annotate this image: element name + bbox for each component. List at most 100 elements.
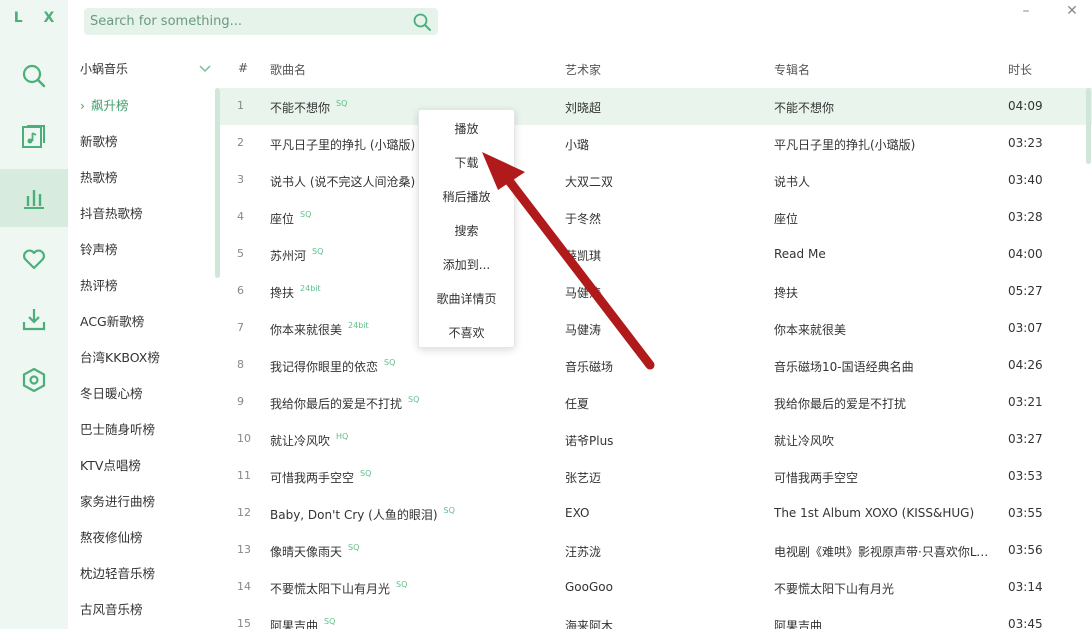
board-item[interactable]: 热歌榜 [68,160,216,196]
nav-search[interactable] [0,47,68,105]
row-song-name: 不要慌太阳下山有月光 SQ [270,580,510,597]
board-item[interactable]: 古风音乐榜 [68,592,216,628]
row-album: 电视剧《难哄》影视原声带·只喜欢你Lo... [774,545,994,559]
song-title: 你本来就很美 [270,323,343,337]
row-artist: 汪苏泷 [565,545,602,559]
search-input[interactable] [84,8,404,35]
table-row[interactable]: 10 就让冷风吹 HQ 诺爷Plus 就让冷风吹 03:27 [220,421,1092,458]
board-item[interactable]: 飙升榜 [68,88,216,124]
row-artist: 音乐磁场 [565,360,614,374]
row-album: 我给你最后的爱是不打扰 [774,397,907,411]
board-item[interactable]: 巴士随身听榜 [68,412,216,448]
nav-download[interactable] [0,290,68,348]
app-logo: L X [13,10,63,26]
row-song-name: 我记得你眼里的依恋 SQ [270,358,510,375]
row-song-name: 阿果吉曲 SQ [270,617,510,629]
song-title: 搀扶 [270,286,295,300]
table-row[interactable]: 5 苏州河 SQ 薛凯琪 Read Me 04:00 [220,236,1092,273]
table-row[interactable]: 8 我记得你眼里的依恋 SQ 音乐磁场 音乐磁场10-国语经典名曲 04:26 [220,347,1092,384]
context-menu-item[interactable]: 不喜欢 [419,316,514,350]
context-menu-item[interactable]: 搜索 [419,214,514,248]
col-song-name: 歌曲名 [270,63,307,77]
heart-icon [23,249,45,270]
row-album: 座位 [774,212,799,226]
nav-favorites[interactable] [0,230,68,288]
board-item[interactable]: 抖音热歌榜 [68,196,216,232]
row-duration: 05:27 [1008,284,1043,298]
settings-icon [22,367,46,393]
search-icon [22,64,46,88]
row-artist: 于冬然 [565,212,602,226]
quality-badge: SQ [408,395,420,404]
col-duration: 时长 [1008,63,1033,77]
board-item[interactable]: 台湾KKBOX榜 [68,340,216,376]
context-menu: 播放 下载 稍后播放 搜索 添加到... 歌曲详情页 不喜欢 [418,109,515,348]
table-row[interactable]: 7 你本来就很美 24bit 马健涛 你本来就很美 03:07 [220,310,1092,347]
table-row[interactable]: 11 可惜我两手空空 SQ 张艺迈 可惜我两手空空 03:53 [220,458,1092,495]
board-item[interactable]: 铃声榜 [68,232,216,268]
row-duration: 04:09 [1008,99,1043,113]
nav-settings[interactable] [0,351,68,409]
context-menu-item[interactable]: 歌曲详情页 [419,282,514,316]
row-album: Read Me [774,247,826,261]
minimize-button[interactable]: – [1016,2,1036,20]
table-row[interactable]: 9 我给你最后的爱是不打扰 SQ 任夏 我给你最后的爱是不打扰 03:21 [220,384,1092,421]
board-item[interactable]: KTV点唱榜 [68,448,216,484]
row-number: 11 [237,469,251,482]
song-table-scrollbar[interactable] [1086,88,1091,164]
board-item[interactable]: 冬日暖心榜 [68,376,216,412]
song-title: 平凡日子里的挣扎 (小璐版) [270,138,416,152]
board-item[interactable]: 家务进行曲榜 [68,484,216,520]
col-number: # [238,61,249,75]
quality-badge: SQ [324,617,336,626]
context-menu-item[interactable]: 稍后播放 [419,180,514,214]
row-artist: 刘晓超 [565,101,602,115]
table-row[interactable]: 1 不能不想你 SQ 刘晓超 不能不想你 04:09 [220,88,1092,125]
search-icon[interactable] [412,12,432,32]
table-row[interactable]: 3 说书人 (说不完这人间沧桑) 大双二双 说书人 03:40 [220,162,1092,199]
table-row[interactable]: 6 搀扶 24bit 马健涛 搀扶 05:27 [220,273,1092,310]
table-row[interactable]: 12 Baby, Don't Cry (人鱼的眼泪) SQ EXO The 1st Al… [220,495,1092,532]
row-number: 14 [237,580,251,593]
quality-badge: SQ [312,247,324,256]
board-item[interactable]: 新歌榜 [68,124,216,160]
song-table-header: # 歌曲名 艺术家 专辑名 时长 [220,52,1092,86]
row-album: 可惜我两手空空 [774,471,859,485]
row-song-name: 可惜我两手空空 SQ [270,469,510,486]
table-row[interactable]: 4 座位 SQ 于冬然 座位 03:28 [220,199,1092,236]
row-album: The 1st Album XOXO (KISS&HUG) [774,506,975,520]
row-duration: 04:26 [1008,358,1043,372]
context-menu-item[interactable]: 下载 [419,146,514,180]
board-item[interactable]: ACG新歌榜 [68,304,216,340]
table-row[interactable]: 2 平凡日子里的挣扎 (小璐版) 小璐 平凡日子里的挣扎(小璐版) 03:23 [220,125,1092,162]
context-menu-item[interactable]: 播放 [419,112,514,146]
table-row[interactable]: 15 阿果吉曲 SQ 海来阿木 阿果吉曲 03:45 [220,606,1092,629]
board-item[interactable]: 枕边轻音乐榜 [68,556,216,592]
board-item[interactable]: 熬夜修仙榜 [68,520,216,556]
context-menu-item[interactable]: 添加到... [419,248,514,282]
table-row[interactable]: 13 像晴天像雨天 SQ 汪苏泷 电视剧《难哄》影视原声带·只喜欢你Lo... 03:56 [220,532,1092,569]
row-duration: 03:40 [1008,173,1043,187]
quality-badge: SQ [336,99,348,108]
row-song-name: 像晴天像雨天 SQ [270,543,510,560]
table-row[interactable]: 14 不要慌太阳下山有月光 SQ GooGoo 不要慌太阳下山有月光 03:14 [220,569,1092,606]
row-album: 不能不想你 [774,101,835,115]
source-select[interactable]: 小蜗音乐 [68,52,220,84]
row-duration: 03:27 [1008,432,1043,446]
quality-badge: SQ [396,580,408,589]
quality-badge: 24bit [348,321,369,330]
nav-leaderboard[interactable] [0,169,68,227]
row-number: 3 [237,173,244,186]
row-album: 搀扶 [774,286,799,300]
song-title: 座位 [270,212,295,226]
row-duration: 04:00 [1008,247,1043,261]
row-artist: 张艺迈 [565,471,602,485]
close-button[interactable]: ✕ [1062,2,1082,20]
board-item[interactable]: 热评榜 [68,268,216,304]
row-album: 说书人 [774,175,811,189]
row-number: 9 [237,395,244,408]
row-artist: 小璐 [565,138,590,152]
row-number: 1 [237,99,244,112]
nav-song-list[interactable] [0,108,68,166]
quality-badge: SQ [384,358,396,367]
